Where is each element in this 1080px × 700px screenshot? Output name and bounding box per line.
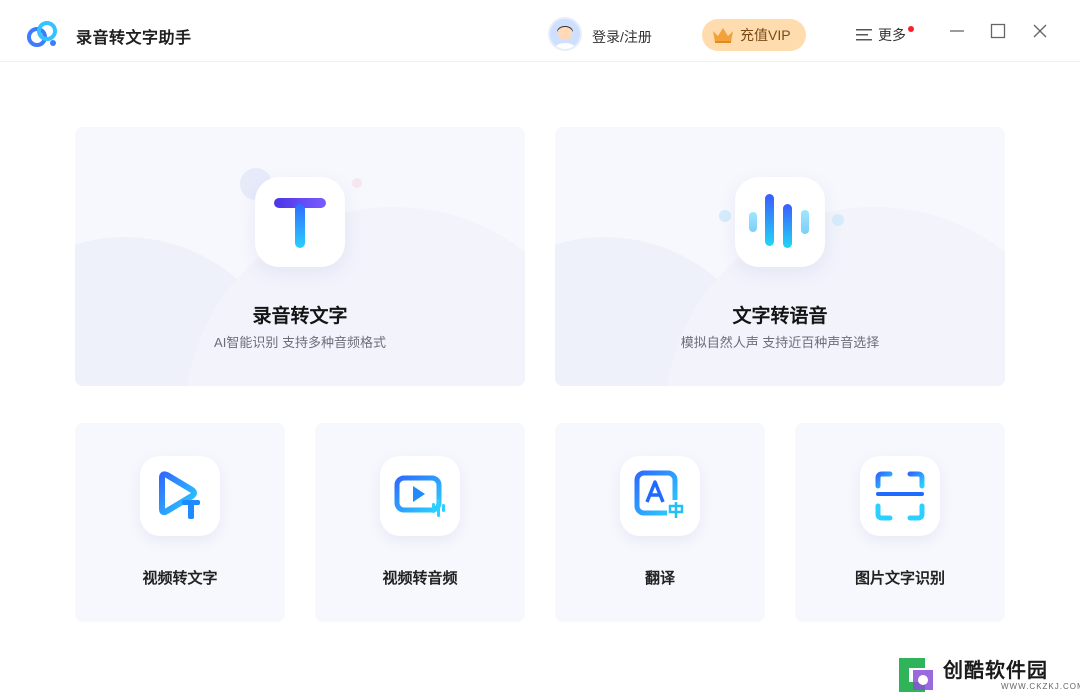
- minimize-icon[interactable]: [948, 22, 966, 40]
- feature-title: 录音转文字: [252, 306, 348, 327]
- watermark-name: 创酷软件园: [943, 659, 1048, 682]
- decor-dot: [832, 214, 844, 226]
- feature-card-video-to-audio[interactable]: 视频转音频: [315, 423, 525, 622]
- feature-card-image-ocr[interactable]: 图片文字识别: [795, 423, 1005, 622]
- feature-title: 图片文字识别: [854, 570, 945, 587]
- maximize-icon[interactable]: [989, 22, 1007, 40]
- menu-lines-icon: [856, 29, 872, 41]
- crown-icon: [713, 28, 733, 43]
- decor-dot: [352, 178, 362, 188]
- close-icon[interactable]: [1031, 22, 1049, 40]
- feature-title: 视频转音频: [382, 570, 458, 587]
- video-play-audio-icon: [380, 456, 460, 536]
- decor-circle: [665, 207, 1005, 386]
- feature-title: 翻译: [644, 570, 675, 587]
- feature-card-audio-to-text[interactable]: 录音转文字 AI智能识别 支持多种音频格式: [75, 127, 525, 386]
- title-bar: 录音转文字助手 登录/注册 充值VIP 更多: [0, 0, 1080, 62]
- avatar[interactable]: [548, 17, 582, 51]
- watermark-url: WWW.CKZKJ.COM: [1001, 681, 1080, 691]
- decor-dot: [719, 210, 731, 222]
- translate-icon: [620, 456, 700, 536]
- more-menu-button[interactable]: 更多: [856, 25, 914, 45]
- app-logo-icon: [27, 21, 57, 47]
- vip-label: 充值VIP: [740, 27, 791, 43]
- feature-title: 视频转文字: [142, 570, 218, 587]
- app-title: 录音转文字助手: [76, 30, 192, 47]
- notification-dot: [908, 26, 914, 32]
- feature-card-video-to-text[interactable]: 视频转文字: [75, 423, 285, 622]
- scan-frame-icon: [860, 456, 940, 536]
- login-register-link[interactable]: 登录/注册: [592, 27, 652, 47]
- decor-circle: [185, 207, 525, 386]
- sound-wave-icon: [735, 177, 825, 267]
- watermark: 创酷软件园 WWW.CKZKJ.COM: [895, 654, 1080, 696]
- feature-subtitle: AI智能识别 支持多种音频格式: [214, 335, 386, 350]
- feature-subtitle: 模拟自然人声 支持近百种声音选择: [680, 335, 880, 350]
- feature-card-text-to-speech[interactable]: 文字转语音 模拟自然人声 支持近百种声音选择: [555, 127, 1005, 386]
- feature-card-translate[interactable]: 翻译: [555, 423, 765, 622]
- watermark-logo-icon: [899, 658, 933, 692]
- more-label: 更多: [878, 27, 906, 43]
- user-avatar-icon: [550, 19, 580, 49]
- text-t-icon: [255, 177, 345, 267]
- video-play-text-icon: [140, 456, 220, 536]
- recharge-vip-button[interactable]: 充值VIP: [702, 19, 806, 51]
- feature-title: 文字转语音: [732, 306, 828, 327]
